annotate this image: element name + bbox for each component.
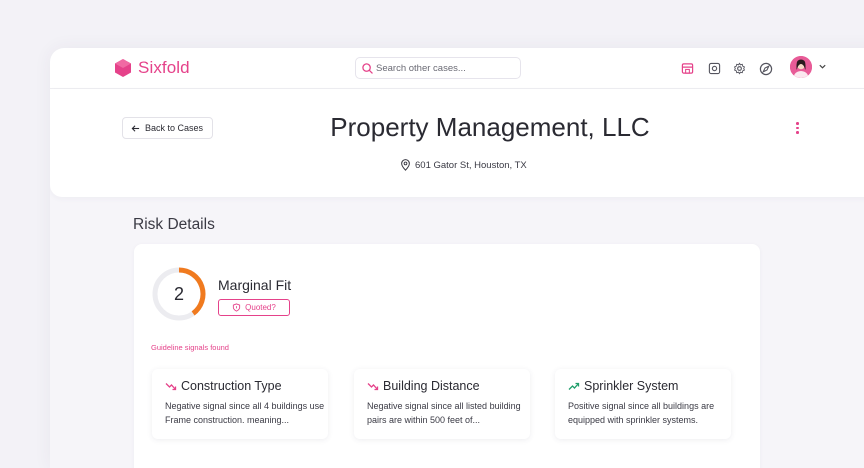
search-box[interactable] xyxy=(355,57,521,79)
box-icon[interactable] xyxy=(707,61,722,76)
signal-description: Negative signal since all listed buildin… xyxy=(367,401,521,425)
signal-title-text: Building Distance xyxy=(383,379,480,393)
app-window: Sixfold Search other cases... Back to Ca… xyxy=(50,48,864,468)
signal-description: Negative signal since all 4 buildings us… xyxy=(165,401,325,425)
page-title: Property Management, LLC xyxy=(330,112,650,142)
logo-text: Sixfold xyxy=(138,58,190,77)
case-address: 601 Gator St, Houston, TX xyxy=(400,159,527,171)
signal-title: Building Distance xyxy=(367,379,480,393)
gear-icon[interactable] xyxy=(732,61,747,76)
address-text: 601 Gator St, Houston, TX xyxy=(415,159,527,171)
signal-title-text: Construction Type xyxy=(181,379,282,393)
arrow-left-icon xyxy=(131,124,140,132)
top-bar: Sixfold xyxy=(50,48,864,89)
quoted-badge[interactable]: Quoted? xyxy=(218,299,290,316)
location-pin-icon xyxy=(401,159,410,171)
trend-up-icon xyxy=(568,382,580,390)
shield-icon xyxy=(233,303,241,312)
signal-title-text: Sprinkler System xyxy=(584,379,679,393)
signal-card-sprinkler-system[interactable]: Sprinkler System Positive signal since a… xyxy=(555,369,731,439)
store-icon[interactable] xyxy=(680,61,695,76)
search-icon xyxy=(362,62,373,74)
case-header: Back to Cases Property Management, LLC 6… xyxy=(50,89,864,197)
avatar[interactable] xyxy=(790,56,812,78)
trend-down-icon xyxy=(367,382,379,390)
search-input[interactable] xyxy=(376,62,506,74)
signal-description: Positive signal since all buildings are … xyxy=(568,401,715,425)
score-value: 2 xyxy=(173,283,184,304)
logo[interactable]: Sixfold xyxy=(113,58,190,78)
section-title-risk-details: Risk Details xyxy=(133,216,215,233)
guideline-signals-label: Guideline signals found xyxy=(151,343,229,352)
trend-down-icon xyxy=(165,382,177,390)
risk-details-card: 2 Marginal Fit Quoted? Guideline signals… xyxy=(134,244,760,468)
more-options-icon[interactable] xyxy=(796,122,799,134)
fit-label: Marginal Fit xyxy=(218,277,292,293)
logo-hexagon-icon xyxy=(115,59,131,77)
signal-title: Construction Type xyxy=(165,379,282,393)
chevron-down-icon[interactable] xyxy=(818,62,827,71)
quoted-label: Quoted? xyxy=(245,303,276,312)
compass-icon[interactable] xyxy=(758,61,773,76)
user-avatar-icon xyxy=(790,56,812,78)
signal-card-building-distance[interactable]: Building Distance Negative signal since … xyxy=(354,369,530,439)
signal-title: Sprinkler System xyxy=(568,379,678,393)
signal-card-construction-type[interactable]: Construction Type Negative signal since … xyxy=(152,369,328,439)
